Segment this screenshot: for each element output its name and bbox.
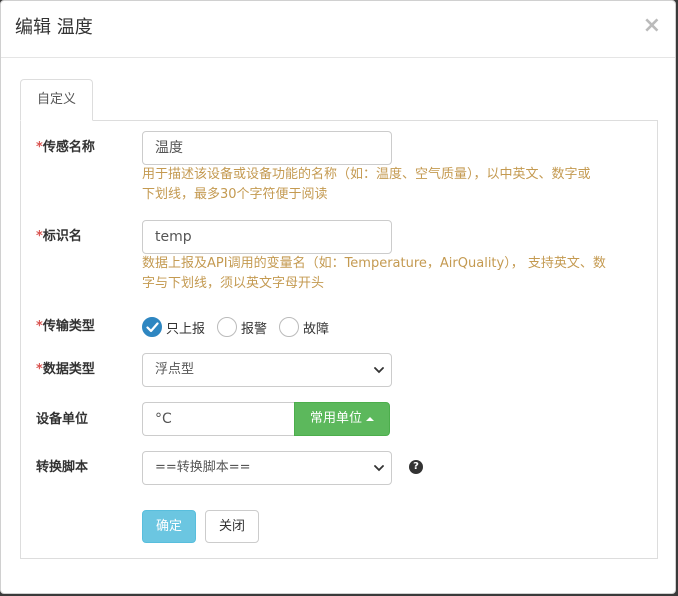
- ok-button[interactable]: 确定: [142, 510, 196, 543]
- data-type-selected: 浮点型: [155, 362, 195, 377]
- close-button[interactable]: 关闭: [205, 510, 259, 543]
- transfer-type-label: *传输类型: [36, 319, 95, 334]
- data-type-select[interactable]: 浮点型: [142, 353, 392, 387]
- dialog-header: 编辑 温度 ×: [1, 1, 675, 58]
- caret-up-icon: [366, 416, 374, 421]
- radio-label: 故障: [303, 321, 330, 337]
- identifier-label: *标识名: [36, 229, 82, 244]
- script-select[interactable]: ==转换脚本==: [142, 451, 392, 485]
- check-icon[interactable]: [142, 317, 162, 337]
- data-type-label: *数据类型: [36, 362, 95, 377]
- script-selected: ==转换脚本==: [155, 460, 251, 475]
- tab-custom[interactable]: 自定义: [20, 79, 93, 121]
- radio-label: 只上报: [166, 321, 206, 337]
- radio-circle[interactable]: [279, 317, 300, 337]
- radio-alarm[interactable]: 报警: [217, 317, 271, 337]
- radio-fault[interactable]: 故障: [279, 317, 333, 337]
- required-mark: *: [36, 140, 43, 155]
- unit-label: 设备单位: [36, 412, 89, 427]
- sensor-name-help: 用于描述该设备或设备功能的名称（如：温度、空气质量），以中英文、数字或 下划线，…: [142, 167, 591, 202]
- common-units-button[interactable]: 常用单位: [294, 402, 390, 436]
- radio-report-only[interactable]: 只上报: [142, 317, 209, 337]
- chevron-down-icon: [374, 367, 384, 374]
- chevron-down-icon: [374, 465, 384, 472]
- radio-label: 报警: [241, 321, 268, 337]
- sensor-name-input[interactable]: 温度: [142, 131, 392, 165]
- sensor-name-label: *传感名称: [36, 140, 95, 155]
- edit-sensor-dialog: 编辑 温度 × 自定义 *传感名称 温度 用于描述该设备或设备功能的名称（如：温…: [0, 0, 676, 594]
- unit-input[interactable]: °C: [142, 402, 295, 436]
- script-label: 转换脚本: [36, 460, 89, 475]
- required-mark: *: [36, 229, 43, 244]
- required-mark: *: [36, 319, 43, 334]
- dialog-title: 编辑 温度: [15, 17, 93, 38]
- identifier-input[interactable]: temp: [142, 220, 392, 254]
- radio-circle[interactable]: [217, 317, 238, 337]
- required-mark: *: [36, 362, 43, 377]
- close-icon[interactable]: ×: [643, 15, 661, 37]
- transfer-type-radio-group: 只上报 报警 故障: [142, 315, 337, 339]
- identifier-help: 数据上报及API调用的变量名（如：Temperature，AirQuality）…: [142, 256, 606, 291]
- question-circle-icon[interactable]: ?: [409, 460, 423, 474]
